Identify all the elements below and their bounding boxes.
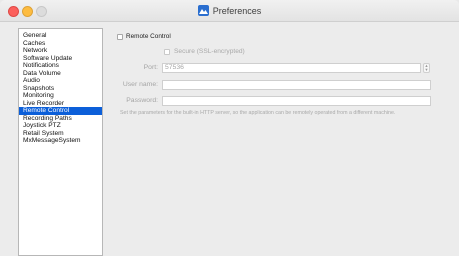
remote-control-label: Remote Control [126, 33, 171, 40]
sidebar-item-monitoring[interactable]: Monitoring [19, 92, 102, 100]
port-stepper[interactable]: ▲ ▼ [423, 63, 430, 73]
port-label: Port: [143, 64, 158, 71]
preferences-sidebar: General Caches Network Software Update N… [18, 28, 103, 256]
sidebar-item-recording-paths[interactable]: Recording Paths [19, 115, 102, 123]
sidebar-item-retail-system[interactable]: Retail System [19, 130, 102, 138]
window-title: Preferences [212, 5, 262, 16]
password-label: Password: [126, 97, 158, 104]
sidebar-item-general[interactable]: General [19, 32, 102, 40]
title-bar: Preferences [0, 0, 459, 22]
password-input[interactable] [162, 96, 431, 106]
sidebar-item-audio[interactable]: Audio [19, 77, 102, 85]
stepper-down-icon[interactable]: ▼ [425, 68, 429, 72]
remote-control-toggle[interactable]: Remote Control [117, 33, 171, 40]
sidebar-item-live-recorder[interactable]: Live Recorder [19, 100, 102, 108]
secure-ssl-label: Secure (SSL-encrypted) [174, 48, 245, 55]
secure-ssl-checkbox[interactable] [164, 48, 170, 55]
app-logo-icon [197, 5, 209, 16]
title-group: Preferences [0, 0, 459, 21]
remote-control-checkbox[interactable] [117, 33, 123, 40]
secure-ssl-toggle[interactable]: Secure (SSL-encrypted) [164, 48, 245, 55]
sidebar-item-software-update[interactable]: Software Update [19, 55, 102, 63]
sidebar-item-joystick-ptz[interactable]: Joystick PTZ [19, 122, 102, 130]
sidebar-item-notifications[interactable]: Notifications [19, 62, 102, 70]
port-input[interactable]: 57536 [162, 63, 421, 73]
preferences-window: Preferences General Caches Network Softw… [0, 0, 459, 256]
remote-control-panel: Remote Control Secure (SSL-encrypted) Po… [117, 28, 447, 228]
sidebar-item-data-volume[interactable]: Data Volume [19, 70, 102, 78]
sidebar-item-caches[interactable]: Caches [19, 40, 102, 48]
username-label: User name: [122, 81, 158, 88]
remote-control-hint: Set the parameters for the built-in HTTP… [120, 110, 396, 116]
username-input[interactable] [162, 80, 431, 90]
sidebar-item-snapshots[interactable]: Snapshots [19, 85, 102, 93]
sidebar-item-mxmessagesystem[interactable]: MxMessageSystem [19, 137, 102, 145]
sidebar-item-remote-control[interactable]: Remote Control [19, 107, 102, 115]
sidebar-item-network[interactable]: Network [19, 47, 102, 55]
